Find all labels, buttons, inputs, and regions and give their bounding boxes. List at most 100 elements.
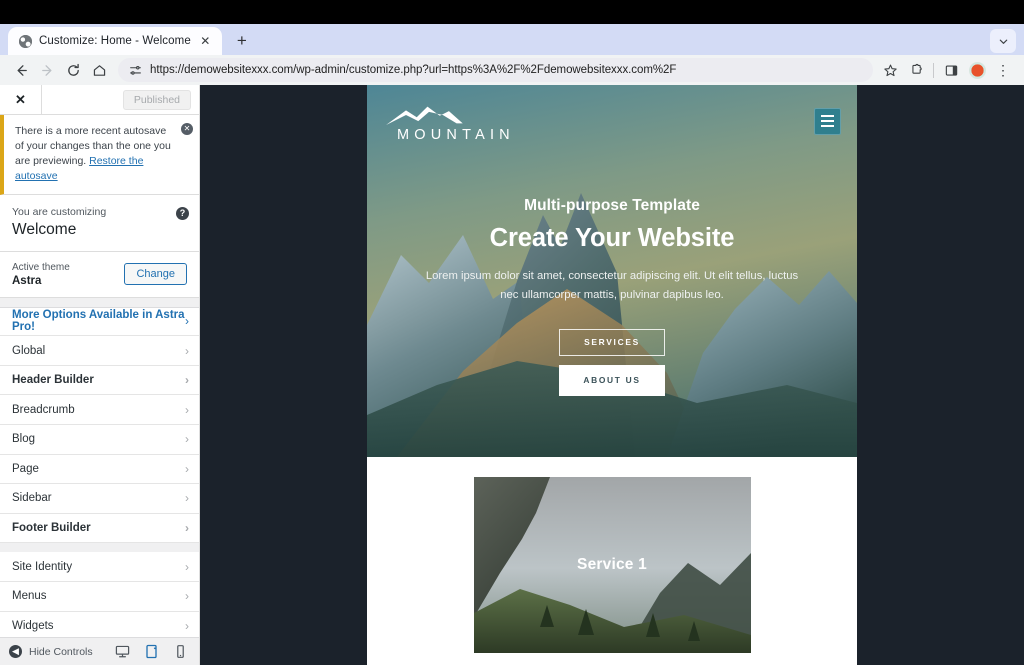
customizing-section: You are customizing Welcome ? (0, 194, 199, 252)
customizer-panel-footer-builder[interactable]: Footer Builder › (0, 513, 199, 544)
active-theme-label: Active theme (12, 261, 70, 273)
customizer-panel-more-options-available-in-astra-pro[interactable]: More Options Available in Astra Pro! › (0, 306, 199, 337)
customizer-panel-label: Menus (12, 590, 47, 603)
preview-tablet-button[interactable] (141, 643, 161, 661)
customizer-panel-label: Sidebar (12, 492, 52, 505)
hero-eyebrow: Multi-purpose Template (524, 197, 700, 214)
customizer-panel-header-builder[interactable]: Header Builder › (0, 365, 199, 396)
customizer-panel-label: Breadcrumb (12, 403, 75, 416)
os-title-bar (0, 0, 1024, 24)
preview-backdrop: MOUNTAIN Multi-purpose Template Create Y… (200, 85, 1024, 665)
panel-group-secondary: Site Identity›Menus›Widgets›Homepage Set… (0, 552, 199, 637)
customizer-panel-blog[interactable]: Blog › (0, 425, 199, 455)
customizer-panel-site-identity[interactable]: Site Identity › (0, 552, 199, 582)
change-theme-button[interactable]: Change (124, 263, 187, 286)
site-header: MOUNTAIN (367, 85, 857, 145)
collapse-icon: ◀ (9, 645, 22, 658)
customizer-panel-label: Blog (12, 433, 36, 446)
site-logo[interactable]: MOUNTAIN (383, 100, 515, 143)
active-theme-name: Astra (12, 274, 42, 287)
customizer-panel-page[interactable]: Page › (0, 454, 199, 485)
chevron-down-icon[interactable] (990, 29, 1016, 53)
chevron-right-icon: › (185, 402, 189, 417)
browser-window: Customize: Home - Welcome ✕ + https://de… (0, 0, 1024, 665)
new-tab-button[interactable]: + (229, 28, 255, 54)
customizer-header: ✕ Published (0, 85, 199, 115)
help-icon[interactable]: ? (176, 206, 189, 220)
customizer-panel-label: More Options Available in Astra Pro! (12, 309, 185, 334)
address-bar[interactable]: https://demowebsitexxx.com/wp-admin/cust… (118, 58, 873, 82)
customizer-panel-label: Widgets (12, 619, 54, 632)
hamburger-icon[interactable] (814, 107, 841, 135)
publish-button[interactable]: Published (122, 89, 191, 110)
browser-tab[interactable]: Customize: Home - Welcome ✕ (8, 27, 222, 55)
customizer-panel-global[interactable]: Global › (0, 336, 199, 366)
customizer-panel-label: Page (12, 462, 39, 475)
toolbar-divider (933, 62, 934, 78)
dismiss-notice-icon[interactable]: ✕ (181, 123, 193, 135)
customizer-panel-label: Header Builder (12, 374, 94, 387)
reload-icon[interactable] (60, 57, 86, 83)
chevron-right-icon: › (185, 589, 189, 604)
chevron-right-icon: › (185, 618, 189, 633)
hero-content: Multi-purpose Template Create Your Websi… (367, 145, 857, 396)
hide-controls-button[interactable]: ◀ Hide Controls (9, 645, 93, 658)
chevron-right-icon: › (185, 343, 189, 358)
puzzle-icon[interactable] (903, 57, 929, 83)
chevron-right-icon: › (185, 373, 189, 388)
customizer-panel-breadcrumb[interactable]: Breadcrumb › (0, 395, 199, 425)
active-theme-section: Active theme Astra Change (0, 251, 199, 298)
panel-group-gap (0, 543, 199, 553)
back-icon[interactable] (8, 57, 34, 83)
customizer-panel-sidebar[interactable]: Sidebar › (0, 484, 199, 514)
close-icon[interactable]: ✕ (198, 34, 213, 49)
customizer-panel-label: Global (12, 344, 46, 357)
customizer-footer: ◀ Hide Controls (0, 637, 199, 665)
preview-desktop-button[interactable] (112, 643, 132, 661)
autosave-notice-text: There is a more recent autosave of your … (15, 124, 189, 184)
browser-tab-strip: Customize: Home - Welcome ✕ + (0, 24, 1024, 55)
device-preview-switcher (112, 643, 190, 661)
chevron-right-icon: › (185, 432, 189, 447)
service-card-title: Service 1 (577, 556, 647, 573)
site-hero-section: MOUNTAIN Multi-purpose Template Create Y… (367, 85, 857, 457)
page-content: ✕ Published There is a more recent autos… (0, 85, 1024, 665)
about-us-button[interactable]: ABOUT US (559, 364, 665, 396)
customizing-label: You are customizing (12, 205, 107, 218)
address-bar-url[interactable]: https://demowebsitexxx.com/wp-admin/cust… (150, 64, 676, 76)
side-panel-icon[interactable] (938, 57, 964, 83)
preview-mobile-button[interactable] (170, 643, 190, 661)
browser-menu-icon[interactable]: ⋮ (990, 57, 1016, 83)
star-icon[interactable] (877, 57, 903, 83)
services-section: Service 1 (367, 457, 857, 665)
avatar-icon[interactable] (964, 57, 990, 83)
hero-button-group: SERVICES ABOUT US (415, 328, 809, 396)
forward-icon (34, 57, 60, 83)
site-preview-frame[interactable]: MOUNTAIN Multi-purpose Template Create Y… (367, 85, 857, 665)
tune-icon[interactable] (129, 64, 142, 77)
home-icon[interactable] (86, 57, 112, 83)
browser-toolbar: https://demowebsitexxx.com/wp-admin/cust… (0, 55, 1024, 85)
customizing-title: Welcome (12, 220, 77, 238)
customizer-panel-menus[interactable]: Menus › (0, 581, 199, 612)
chevron-right-icon: › (185, 491, 189, 506)
close-customizer-button[interactable]: ✕ (0, 85, 42, 114)
service-card[interactable]: Service 1 (473, 477, 751, 653)
customizer-panel-label: Site Identity (12, 560, 73, 573)
tab-title: Customize: Home - Welcome (39, 35, 191, 47)
services-button[interactable]: SERVICES (559, 328, 665, 356)
chevron-right-icon: › (185, 559, 189, 574)
site-logo-text: MOUNTAIN (397, 126, 515, 143)
hide-controls-label: Hide Controls (29, 645, 93, 658)
chevron-right-icon: › (185, 461, 189, 476)
customizer-sidebar: ✕ Published There is a more recent autos… (0, 85, 200, 665)
chevron-right-icon: › (185, 521, 189, 536)
panel-group-gap (0, 297, 199, 307)
customizer-panel-label: Footer Builder (12, 522, 91, 535)
autosave-notice: There is a more recent autosave of your … (0, 115, 199, 195)
globe-icon (19, 34, 32, 48)
mountain-logo-icon (386, 106, 463, 125)
hero-paragraph: Lorem ipsum dolor sit amet, consectetur … (425, 270, 799, 302)
customizer-panel-widgets[interactable]: Widgets › (0, 611, 199, 637)
customizer-panel-list: More Options Available in Astra Pro! › Glo… (0, 297, 199, 637)
